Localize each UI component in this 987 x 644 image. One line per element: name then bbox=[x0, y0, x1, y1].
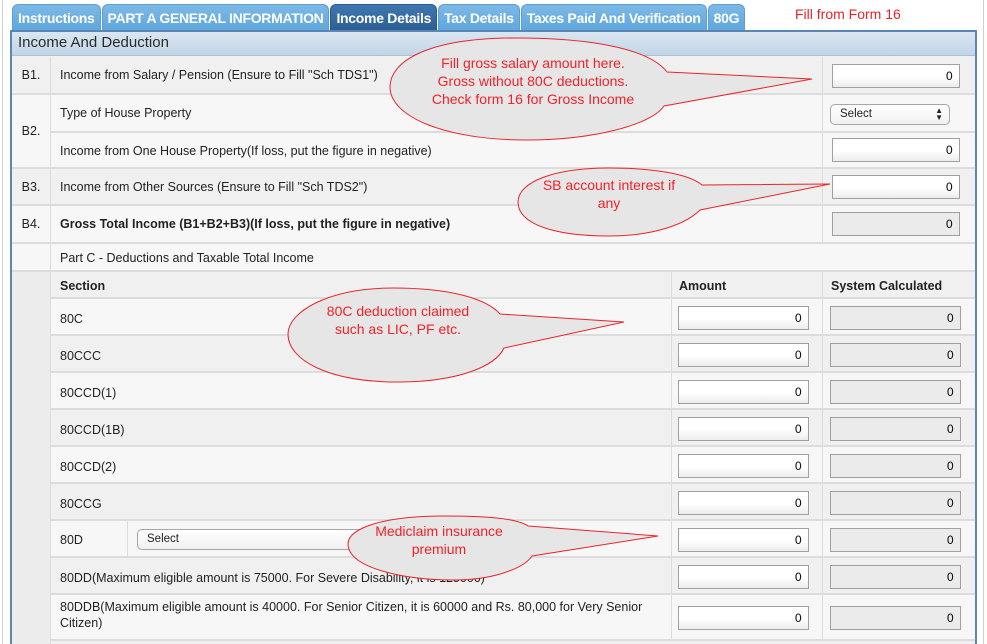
house-property-income-input[interactable]: 0 bbox=[832, 138, 960, 162]
divider bbox=[671, 299, 672, 334]
deduction-row: 80DDB(Maximum eligible amount is 40000. … bbox=[51, 595, 975, 641]
divider bbox=[822, 521, 823, 556]
divider bbox=[671, 521, 672, 556]
system-calculated-value: 0 bbox=[830, 417, 961, 441]
deduction-row: 80CCD(2) 0 0 bbox=[51, 447, 975, 484]
house-property-income-label: Income from One House Property(If loss, … bbox=[60, 144, 432, 158]
row-number: B3. bbox=[21, 180, 41, 194]
tab-taxes-paid-and-verification[interactable]: Taxes Paid And Verification bbox=[520, 4, 707, 30]
system-calculated-value: 0 bbox=[830, 306, 961, 330]
gross-total-income-value: 0 bbox=[832, 212, 960, 236]
divider bbox=[671, 558, 672, 593]
callout-80c-text: 80C deduction claimed such as LIC, PF et… bbox=[326, 303, 470, 337]
select-value: Select bbox=[840, 108, 872, 120]
row-number: B2. bbox=[21, 124, 41, 138]
annotation-fill-from-form16: Fill from Form 16 bbox=[795, 6, 901, 22]
section-label: 80CCD(1) bbox=[60, 386, 117, 400]
divider bbox=[671, 484, 672, 519]
system-calculated-value: 0 bbox=[830, 380, 961, 404]
divider bbox=[671, 272, 672, 297]
tab-part-a-general-information[interactable]: PART A GENERAL INFORMATION bbox=[101, 4, 330, 30]
header-section: Section bbox=[60, 279, 106, 293]
header-amount: Amount bbox=[679, 279, 727, 293]
part-c-title-row: Part C - Deductions and Taxable Total In… bbox=[12, 244, 975, 272]
part-c-title: Part C - Deductions and Taxable Total In… bbox=[60, 251, 314, 265]
page-edge-right bbox=[983, 0, 984, 644]
tab-instructions[interactable]: Instructions bbox=[12, 4, 101, 30]
divider bbox=[671, 373, 672, 408]
house-property-type-select[interactable]: Select ▲ ▼ bbox=[830, 104, 950, 125]
callout-salary-text: Fill gross salary amount here. Gross wit… bbox=[431, 55, 635, 107]
row-number: B4. bbox=[21, 217, 41, 231]
amount-input[interactable]: 0 bbox=[678, 380, 809, 404]
deduction-row: 80CCD(1B) 0 0 bbox=[51, 410, 975, 447]
divider bbox=[50, 244, 51, 270]
divider bbox=[671, 447, 672, 482]
other-sources-label: Income from Other Sources (Ensure to Fil… bbox=[60, 180, 368, 194]
amount-input[interactable]: 0 bbox=[678, 417, 809, 441]
amount-input[interactable]: 0 bbox=[678, 343, 809, 367]
divider bbox=[671, 336, 672, 371]
system-calculated-value: 0 bbox=[830, 491, 961, 515]
tab-bar: Instructions PART A GENERAL INFORMATION … bbox=[12, 4, 746, 30]
house-property-type-label: Type of House Property bbox=[60, 106, 192, 120]
row-number: B1. bbox=[21, 68, 41, 82]
callout-sb-text: SB account interest if any bbox=[542, 177, 676, 211]
divider bbox=[822, 484, 823, 519]
amount-input[interactable]: 0 bbox=[678, 528, 809, 552]
divider bbox=[822, 373, 823, 408]
select-arrows-icon: ▲ ▼ bbox=[935, 106, 943, 122]
tab-income-details[interactable]: Income Details bbox=[330, 4, 438, 30]
income-deduction-panel: Income And Deduction B1. Income from Sal… bbox=[10, 30, 977, 644]
divider bbox=[50, 206, 51, 242]
divider bbox=[50, 57, 51, 93]
divider bbox=[671, 410, 672, 445]
select-value: Select bbox=[147, 533, 179, 545]
system-calculated-value: 0 bbox=[830, 565, 961, 589]
divider bbox=[822, 447, 823, 482]
salary-label: Income from Salary / Pension (Ensure to … bbox=[60, 68, 378, 82]
callout-mediclaim-text: Mediclaim insurance premium bbox=[375, 523, 503, 557]
divider bbox=[671, 595, 672, 639]
header-system-calculated: System Calculated bbox=[831, 279, 943, 293]
divider bbox=[822, 558, 823, 593]
salary-input[interactable]: 0 bbox=[832, 64, 960, 88]
divider bbox=[822, 410, 823, 445]
divider bbox=[127, 521, 128, 556]
divider bbox=[822, 272, 823, 297]
divider bbox=[822, 595, 823, 639]
gross-total-income-label: Gross Total Income (B1+B2+B3)(If loss, p… bbox=[60, 217, 451, 231]
section-label: 80CCD(1B) bbox=[60, 423, 125, 437]
amount-input[interactable]: 0 bbox=[678, 454, 809, 478]
tab-80g[interactable]: 80G bbox=[707, 4, 746, 30]
amount-input[interactable]: 0 bbox=[678, 306, 809, 330]
system-calculated-value: 0 bbox=[830, 606, 961, 630]
divider bbox=[822, 336, 823, 371]
system-calculated-value: 0 bbox=[830, 343, 961, 367]
indent-column bbox=[12, 272, 50, 644]
divider bbox=[822, 299, 823, 334]
section-label: 80CCG bbox=[60, 497, 102, 511]
section-label: 80D bbox=[60, 533, 83, 547]
amount-input[interactable]: 0 bbox=[678, 565, 809, 589]
section-label: 80CCD(2) bbox=[60, 460, 117, 474]
system-calculated-value: 0 bbox=[830, 454, 961, 478]
other-sources-input[interactable]: 0 bbox=[832, 175, 960, 199]
divider bbox=[50, 169, 51, 204]
amount-input[interactable]: 0 bbox=[678, 606, 809, 630]
system-calculated-value: 0 bbox=[830, 528, 961, 552]
amount-input[interactable]: 0 bbox=[678, 491, 809, 515]
page-edge-left bbox=[2, 0, 3, 644]
tab-tax-details[interactable]: Tax Details bbox=[438, 4, 520, 30]
section-label: 80DDB(Maximum eligible amount is 40000. … bbox=[60, 600, 643, 630]
